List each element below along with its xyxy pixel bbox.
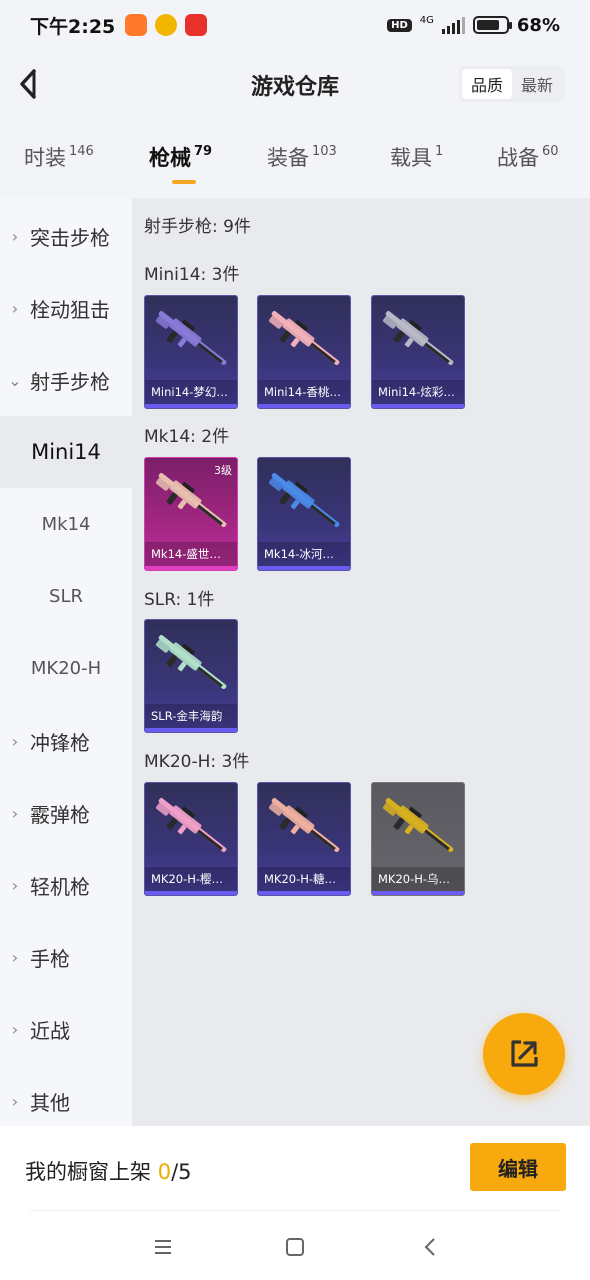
weapon-card-name: MK20-H-乌… [372, 867, 464, 891]
sidebar-item-shotgun[interactable]: › 霰弹枪 [0, 777, 132, 849]
chevron-right-icon: › [11, 226, 19, 246]
chevron-right-icon: › [11, 875, 19, 895]
weapon-card[interactable]: 3级 Mk14-盛世… [144, 457, 238, 571]
weapon-card[interactable]: Mk14-冰河… [257, 457, 351, 571]
hd-icon: HD [387, 18, 412, 32]
taobao-app-icon [125, 14, 148, 36]
weapon-card-name: Mini14-梦幻… [145, 380, 237, 404]
rifle-icon [155, 798, 227, 853]
bottom-bar: 我的橱窗上架 0/5 编辑 [0, 1126, 590, 1280]
active-tab-indicator [172, 180, 196, 184]
tab-supplies[interactable]: 战备 60 [497, 142, 559, 172]
weapon-card-name: Mk14-冰河… [258, 542, 350, 566]
home-icon[interactable] [280, 1232, 310, 1262]
sidebar-item-bolt-sniper[interactable]: › 栓动狙击 [0, 272, 132, 344]
sort-toggle: 品质 最新 [459, 66, 565, 102]
tab-vehicles[interactable]: 载具 1 [390, 142, 443, 172]
sidebar-item-smg[interactable]: › 冲锋枪 [0, 705, 132, 777]
status-time: 下午2:25 [30, 15, 116, 38]
rifle-icon [268, 798, 340, 853]
rifle-icon [155, 635, 227, 690]
signal-icon [441, 16, 465, 34]
sidebar-subitem-slr[interactable]: SLR [0, 560, 132, 632]
weapon-card[interactable]: MK20-H-糖… [257, 782, 351, 896]
weapon-card[interactable]: SLR-金丰海韵 [144, 619, 238, 733]
rifle-icon [268, 473, 340, 528]
category-sidebar: › 突击步枪 › 栓动狙击 ⌄ 射手步枪 Mini14 Mk14 SLR MK20-H… [0, 198, 132, 1126]
tab-guns[interactable]: 枪械 79 [149, 142, 212, 172]
weapon-card[interactable]: Mini14-炫彩… [371, 295, 465, 409]
notification-app-icon [155, 14, 178, 36]
back-nav-icon[interactable] [415, 1232, 445, 1262]
sidebar-item-melee[interactable]: › 近战 [0, 993, 132, 1065]
menu-icon[interactable] [148, 1232, 178, 1262]
chevron-right-icon: › [11, 803, 19, 823]
tab-equipment[interactable]: 装备 103 [267, 142, 337, 172]
edit-button[interactable]: 编辑 [470, 1143, 566, 1191]
item-grid-panel: 射手步枪: 9件 Mini14: 3件 Mini14-梦幻… Mini14-香桃… [132, 198, 590, 1126]
back-arrow-icon[interactable] [16, 66, 46, 102]
chevron-right-icon: › [11, 947, 19, 967]
sort-quality-button[interactable]: 品质 [462, 69, 512, 99]
tab-bar: 时装 146 枪械 79 装备 103 载具 1 战备 60 [0, 132, 590, 192]
weapon-card[interactable]: MK20-H-乌… [371, 782, 465, 896]
network-type: 4G [419, 14, 434, 26]
sidebar-subitem-mini14[interactable]: Mini14 [0, 416, 132, 488]
rifle-icon [268, 311, 340, 366]
shop-app-icon [185, 14, 208, 36]
rifle-icon [382, 311, 454, 366]
rifle-icon [155, 311, 227, 366]
chevron-right-icon: › [11, 731, 19, 751]
weapon-level-badge: 3级 [214, 464, 232, 477]
share-icon [511, 1040, 538, 1067]
group-title-slr: SLR: 1件 [144, 590, 215, 610]
chevron-right-icon: › [11, 298, 19, 318]
header: 游戏仓库 品质 最新 [0, 50, 590, 120]
share-button[interactable] [483, 1013, 565, 1095]
sidebar-item-pistol[interactable]: › 手枪 [0, 921, 132, 993]
weapon-card-name: Mini14-炫彩… [372, 380, 464, 404]
sidebar-item-assault-rifle[interactable]: › 突击步枪 [0, 200, 132, 272]
weapon-card[interactable]: Mini14-香桃… [257, 295, 351, 409]
weapon-card-name: Mini14-香桃… [258, 380, 350, 404]
tab-fashion[interactable]: 时装 146 [24, 142, 94, 172]
status-bar: 下午2:25 HD 4G 68% [0, 0, 590, 50]
group-title-mk20h: MK20-H: 3件 [144, 752, 250, 772]
sort-latest-button[interactable]: 最新 [512, 69, 562, 99]
weapon-card-name: MK20-H-糖… [258, 867, 350, 891]
sidebar-subitem-mk20h[interactable]: MK20-H [0, 632, 132, 704]
showcase-counter: 我的橱窗上架 0/5 [25, 1160, 192, 1184]
weapon-card[interactable]: MK20-H-樱… [144, 782, 238, 896]
category-header: 射手步枪: 9件 [144, 217, 251, 237]
weapon-card[interactable]: Mini14-梦幻… [144, 295, 238, 409]
chevron-right-icon: › [11, 1019, 19, 1039]
sidebar-item-marksman-rifle[interactable]: ⌄ 射手步枪 [0, 344, 132, 416]
page-title: 游戏仓库 [250, 75, 339, 100]
weapon-card-name: MK20-H-樱… [145, 867, 237, 891]
rifle-icon [382, 798, 454, 853]
battery-icon [472, 16, 512, 34]
divider [30, 1210, 560, 1211]
system-nav-bar [0, 1222, 590, 1272]
group-title-mini14: Mini14: 3件 [144, 265, 240, 285]
weapon-card-name: SLR-金丰海韵 [145, 704, 237, 728]
sidebar-subitem-mk14[interactable]: Mk14 [0, 488, 132, 560]
chevron-right-icon: › [11, 1091, 19, 1111]
sidebar-item-lmg[interactable]: › 轻机枪 [0, 849, 132, 921]
group-title-mk14: Mk14: 2件 [144, 427, 230, 447]
battery-text: 68% [516, 14, 560, 36]
chevron-down-icon: ⌄ [8, 370, 22, 390]
weapon-card-name: Mk14-盛世… [145, 542, 237, 566]
